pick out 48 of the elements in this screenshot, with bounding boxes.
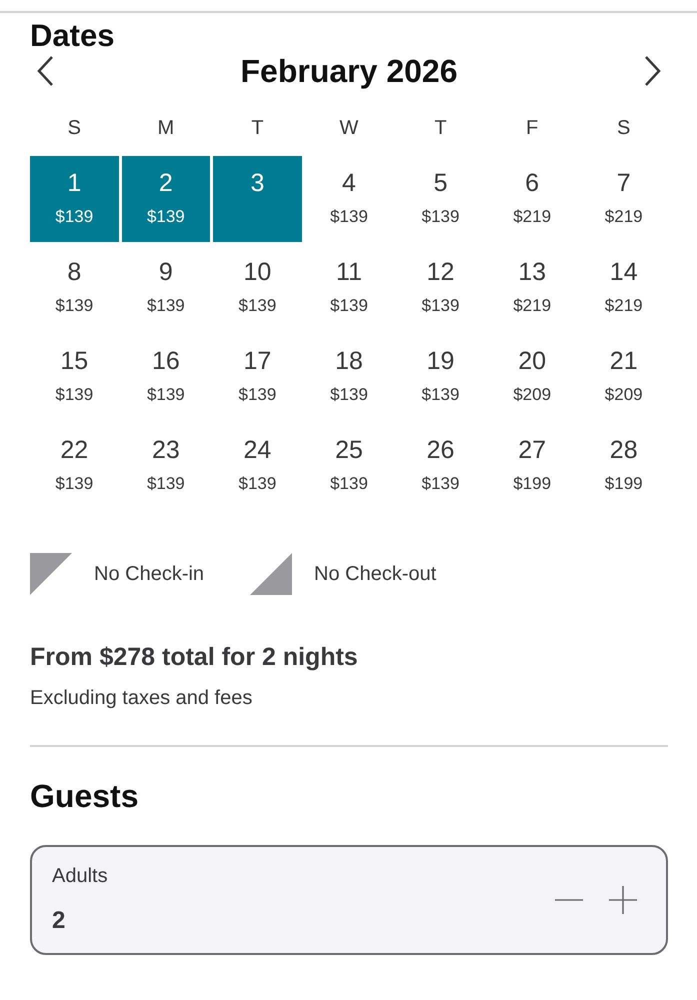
calendar-day[interactable]: 8 $139 (30, 245, 119, 332)
calendar-day[interactable]: 9 $139 (122, 245, 210, 332)
legend-label: No Check-in (94, 562, 204, 588)
adults-count-field[interactable]: 2 (52, 902, 81, 939)
calendar-day[interactable]: 21 $209 (579, 334, 668, 420)
calendar-day[interactable]: 7 $219 (579, 156, 668, 242)
weekday-label: S (66, 116, 82, 142)
calendar-day[interactable]: 11 $139 (304, 245, 394, 332)
calendar-day[interactable]: 10 $139 (213, 245, 302, 332)
weekday-label: W (338, 116, 360, 142)
calendar-day[interactable]: 19 $139 (396, 334, 485, 420)
calendar-day[interactable]: 17 $139 (213, 334, 302, 420)
weekday-label: S (616, 116, 632, 142)
calendar-day[interactable]: 23 $139 (122, 423, 210, 510)
month-title: February 2026 (240, 52, 458, 92)
calendar-day[interactable]: 16 $139 (122, 334, 210, 420)
field-label: Adults (52, 864, 108, 889)
calendar-day[interactable]: 12 $139 (396, 245, 485, 332)
calendar-day[interactable]: 22 $139 (30, 423, 119, 510)
calendar-day[interactable]: 25 $139 (304, 423, 394, 510)
calendar-day[interactable]: 13 $219 (488, 245, 576, 332)
calendar-day[interactable]: 15 $139 (30, 334, 119, 420)
weekday-label: T (250, 116, 265, 142)
calendar-day[interactable]: 28 $199 (579, 423, 668, 510)
calendar-day[interactable]: 26 $139 (396, 423, 485, 510)
calendar-day[interactable]: 2 $139 (122, 156, 210, 242)
weekday-label: M (156, 116, 176, 142)
minus-icon (554, 898, 584, 901)
price-note: Excluding taxes and fees (30, 686, 254, 711)
calendar-day[interactable]: 5 $139 (396, 156, 485, 242)
no-checkout-triangle-icon (250, 553, 292, 596)
section-heading: Dates (30, 19, 116, 54)
plus-icon (608, 884, 638, 915)
calendar-day[interactable]: 24 $139 (213, 423, 302, 510)
no-checkin-triangle-icon (30, 553, 72, 596)
weekday-label: F (525, 116, 540, 142)
calendar-day[interactable]: 20 $209 (488, 334, 576, 420)
calendar-day[interactable]: 1 $139 (30, 156, 119, 242)
price-summary: From $278 total for 2 nights (30, 642, 359, 674)
calendar-day[interactable]: 18 $139 (304, 334, 394, 420)
calendar-day[interactable]: 3 (213, 156, 302, 242)
calendar-day[interactable]: 27 $199 (488, 423, 576, 510)
legend-label: No Check-out (314, 562, 436, 588)
calendar-day[interactable]: 14 $219 (579, 245, 668, 332)
section-heading: Guests (30, 776, 140, 815)
calendar-day[interactable]: 4 $139 (304, 156, 394, 242)
weekday-label: T (433, 116, 448, 142)
calendar-day[interactable]: 6 $219 (488, 156, 576, 242)
